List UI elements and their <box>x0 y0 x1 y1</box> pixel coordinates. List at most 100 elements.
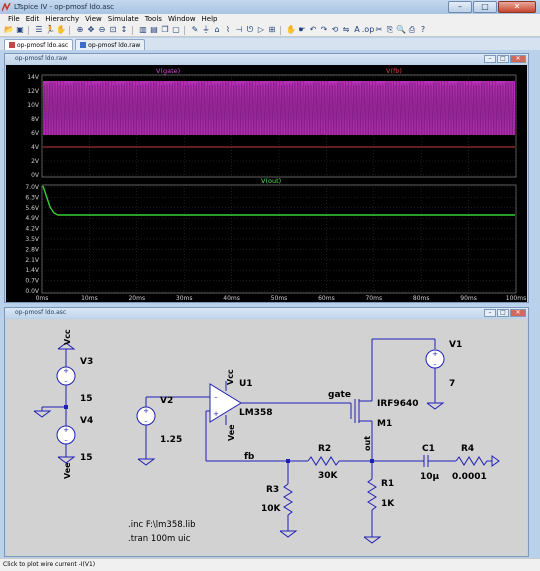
close-window-icon[interactable]: ▢ <box>171 25 181 35</box>
bottom-pane-y-ticks: 7.0V 6.3V 5.6V 4.9V 4.2V 3.5V 2.8V 2.1V 1.4V 0.7V… <box>25 184 40 295</box>
text-icon[interactable]: A <box>352 25 362 35</box>
zoom-in-icon[interactable]: ⊕ <box>75 25 85 35</box>
label-r4-value[interactable]: 0.0001 <box>452 472 487 482</box>
label-r3[interactable]: R3 <box>266 485 279 495</box>
label-c1[interactable]: C1 <box>422 444 435 454</box>
y-tick-label: 5.6V <box>25 205 40 212</box>
redo-icon[interactable]: ↷ <box>319 25 329 35</box>
zoom-full-icon[interactable]: ⊡ <box>108 25 118 35</box>
label-net-out[interactable]: out <box>363 436 372 451</box>
label-m1-part[interactable]: IRF9640 <box>377 399 418 409</box>
schematic-minimize-button[interactable]: – <box>484 309 496 317</box>
inductor-icon[interactable]: ᘎ <box>245 25 255 35</box>
ground-icon[interactable]: ⏚ <box>201 25 211 35</box>
maximize-button[interactable]: □ <box>473 1 497 13</box>
label-r1[interactable]: R1 <box>381 479 394 489</box>
delete-icon[interactable]: ✂ <box>374 25 384 35</box>
spice-directive-include[interactable]: .inc F:\lm358.lib <box>128 520 195 530</box>
spice-directive-icon[interactable]: .op <box>362 25 375 35</box>
y-tick-label: 0.0V <box>25 288 40 295</box>
trace-label-out[interactable]: V(out) <box>261 177 281 185</box>
pan-icon[interactable]: ✥ <box>86 25 96 35</box>
schematic-canvas[interactable]: + – + – + – + – – + Vcc V3 15 V4 15 Vee V2 1.… <box>6 319 527 556</box>
label-r3-value[interactable]: 10K <box>261 504 282 514</box>
waveform-plot[interactable]: 14V 12V 10V 8V 6V 4V 2V 0V V(gate) V(fb) 7.0V 6.… <box>6 65 527 302</box>
menu-hierarchy[interactable]: Hierarchy <box>43 15 81 23</box>
label-u1-part[interactable]: LM358 <box>239 408 272 418</box>
component-icon[interactable]: ⊞ <box>267 25 277 35</box>
rotate-icon[interactable]: ⟲ <box>330 25 340 35</box>
waveform-close-button[interactable]: ✕ <box>510 55 526 63</box>
label-v3[interactable]: V3 <box>80 357 93 367</box>
cascade-icon[interactable]: ❐ <box>160 25 170 35</box>
spice-directive-tran[interactable]: .tran 100m uic <box>128 534 191 544</box>
drag-icon[interactable]: ☛ <box>297 25 307 35</box>
trace-label-fb[interactable]: V(fb) <box>386 67 402 75</box>
tab-schematic[interactable]: op-pmosf ldo.asc <box>4 39 74 50</box>
label-c1-value[interactable]: 10µ <box>420 472 440 482</box>
label-net-fb[interactable]: fb <box>244 452 255 462</box>
label-r2[interactable]: R2 <box>318 444 331 454</box>
label-r1-value[interactable]: 1K <box>381 499 395 509</box>
capacitor-icon[interactable]: ⊣ <box>234 25 244 35</box>
close-button[interactable]: ✕ <box>498 1 536 13</box>
menu-tools[interactable]: Tools <box>143 15 164 23</box>
y-tick-label: 4.9V <box>25 215 40 222</box>
menu-bar: File Edit Hierarchy View Simulate Tools … <box>0 14 540 24</box>
menu-edit[interactable]: Edit <box>24 15 42 23</box>
save-icon[interactable]: ▣ <box>15 25 25 35</box>
minimize-button[interactable]: – <box>448 1 472 13</box>
label-u1-vcc: Vcc <box>226 369 235 385</box>
label-r2-value[interactable]: 30K <box>318 471 339 481</box>
x-tick-label: 40ms <box>223 295 240 302</box>
tile-horiz-icon[interactable]: ▤ <box>149 25 159 35</box>
resistor-icon[interactable]: ⌇ <box>223 25 233 35</box>
label-v4[interactable]: V4 <box>80 416 93 426</box>
label-m1[interactable]: M1 <box>377 419 392 429</box>
waveform-minimize-button[interactable]: – <box>484 55 496 63</box>
waveform-maximize-button[interactable]: □ <box>497 55 509 63</box>
run-icon[interactable]: 🏃 <box>45 25 55 35</box>
svg-text:+: + <box>213 410 219 418</box>
tile-vert-icon[interactable]: ▥ <box>138 25 148 35</box>
find-icon[interactable]: 🔍 <box>396 25 406 35</box>
control-panel-icon[interactable]: ☰ <box>34 25 44 35</box>
label-icon[interactable]: ⌂ <box>212 25 222 35</box>
svg-text:+: + <box>432 350 438 358</box>
menu-file[interactable]: File <box>6 15 22 23</box>
label-r4[interactable]: R4 <box>461 444 474 454</box>
title-bar: LTspice IV - op-pmosf ldo.asc – □ ✕ <box>0 0 540 14</box>
menu-help[interactable]: Help <box>200 15 220 23</box>
mirror-icon[interactable]: ⇋ <box>341 25 351 35</box>
menu-view[interactable]: View <box>83 15 104 23</box>
move-icon[interactable]: ✋ <box>286 25 296 35</box>
open-icon[interactable]: 📂 <box>4 25 14 35</box>
trace-label-gate[interactable]: V(gate) <box>156 67 180 75</box>
halt-icon[interactable]: ✋ <box>56 25 66 35</box>
label-v1[interactable]: V1 <box>449 340 462 350</box>
label-v1-value[interactable]: 7 <box>449 379 455 389</box>
label-v3-value[interactable]: 15 <box>80 394 93 404</box>
waveform-icon <box>80 42 87 48</box>
print-icon[interactable]: ⎙ <box>407 25 417 35</box>
schematic-icon <box>9 42 15 48</box>
label-v2[interactable]: V2 <box>160 396 173 406</box>
zoom-out-icon[interactable]: ⊖ <box>97 25 107 35</box>
menu-window[interactable]: Window <box>166 15 198 23</box>
x-tick-label: 20ms <box>128 295 145 302</box>
autorange-icon[interactable]: ↕ <box>119 25 129 35</box>
duplicate-icon[interactable]: ⎘ <box>385 25 395 35</box>
schematic-close-button[interactable]: ✕ <box>510 309 526 317</box>
wire-icon[interactable]: ✎ <box>190 25 200 35</box>
svg-text:+: + <box>63 367 69 375</box>
diode-icon[interactable]: ▷ <box>256 25 266 35</box>
label-u1[interactable]: U1 <box>239 379 253 389</box>
schematic-maximize-button[interactable]: □ <box>497 309 509 317</box>
label-v2-value[interactable]: 1.25 <box>160 435 182 445</box>
undo-icon[interactable]: ↶ <box>308 25 318 35</box>
help-icon[interactable]: ? <box>418 25 428 35</box>
menu-simulate[interactable]: Simulate <box>106 15 141 23</box>
tab-waveform[interactable]: op-pmosf ldo.raw <box>75 39 146 50</box>
label-net-gate[interactable]: gate <box>328 390 351 400</box>
label-v4-value[interactable]: 15 <box>80 453 93 463</box>
